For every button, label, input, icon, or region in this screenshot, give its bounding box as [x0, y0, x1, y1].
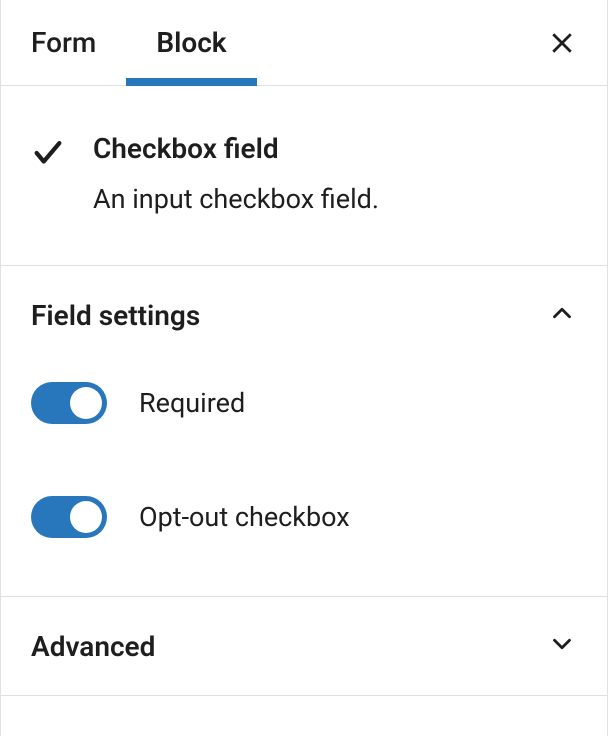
checkbox-field-icon [31, 136, 65, 174]
section-field-settings-title: Field settings [31, 299, 200, 332]
toggle-optout[interactable] [31, 496, 107, 538]
tab-form-label: Form [31, 26, 96, 59]
section-field-settings-body: Required Opt-out checkbox [1, 364, 607, 596]
tabs-header: Form Block [1, 0, 607, 86]
close-button[interactable] [537, 18, 587, 68]
chevron-up-icon [547, 298, 577, 332]
toggle-required-label: Required [139, 387, 245, 419]
tab-block[interactable]: Block [126, 0, 256, 85]
block-text: Checkbox field An input checkbox field. [93, 132, 577, 215]
toggle-row-optout: Opt-out checkbox [31, 478, 577, 556]
toggle-knob [70, 387, 102, 419]
section-advanced-title: Advanced [31, 630, 155, 663]
toggle-optout-label: Opt-out checkbox [139, 501, 350, 533]
chevron-down-icon [547, 629, 577, 663]
block-info-row: Checkbox field An input checkbox field. [31, 132, 577, 215]
close-icon [547, 28, 577, 58]
tab-form[interactable]: Form [1, 0, 126, 85]
section-field-settings: Field settings Required Opt-out checkbox [1, 266, 607, 597]
toggle-knob [70, 501, 102, 533]
block-description: An input checkbox field. [93, 183, 577, 215]
block-info: Checkbox field An input checkbox field. [1, 86, 607, 266]
toggle-required[interactable] [31, 382, 107, 424]
section-advanced-header[interactable]: Advanced [1, 597, 607, 695]
section-field-settings-header[interactable]: Field settings [1, 266, 607, 364]
block-title: Checkbox field [93, 132, 577, 165]
toggle-row-required: Required [31, 364, 577, 442]
tab-block-label: Block [156, 26, 226, 59]
block-settings-panel: Form Block Checkbox field An input check… [0, 0, 608, 736]
section-advanced: Advanced [1, 597, 607, 696]
